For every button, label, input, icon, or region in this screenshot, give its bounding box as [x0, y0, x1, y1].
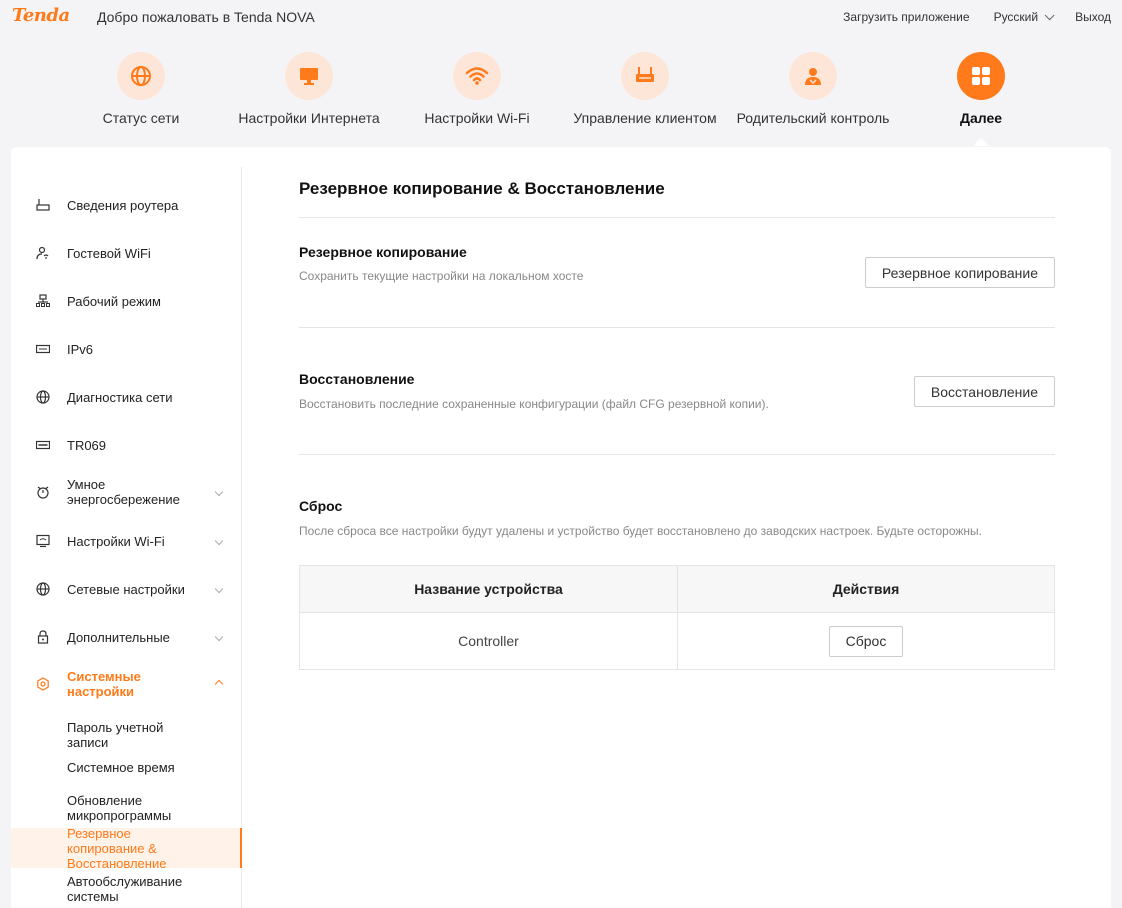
sidebar-subitem-backup-restore[interactable]: Резервное копирование & Восстановление: [11, 826, 242, 871]
sidebar-item-advanced[interactable]: Дополнительные: [11, 627, 242, 647]
alarm-icon: [35, 484, 51, 500]
sidebar-item-wifi-settings[interactable]: Настройки Wi-Fi: [11, 531, 242, 551]
globe-icon: [35, 581, 51, 597]
sidebar-subitem-label: Автообслуживание системы: [67, 874, 183, 904]
sidebar-item-work-mode[interactable]: Рабочий режим: [11, 291, 242, 311]
nav-wifi-settings[interactable]: Настройки Wi-Fi: [392, 50, 562, 126]
column-header-actions: Действия: [677, 565, 1055, 613]
sidebar-subitem-firmware-update[interactable]: Обновление микропрограммы: [11, 791, 242, 825]
sidebar-item-tr069[interactable]: TR069: [11, 435, 242, 455]
monitor-icon: [285, 52, 333, 100]
nav-internet-settings[interactable]: Настройки Интернета: [224, 50, 394, 126]
sidebar-item-label: Рабочий режим: [67, 293, 161, 309]
chevron-down-icon: [214, 584, 224, 594]
sidebar-item-label: Умное энергосбережение: [67, 477, 180, 507]
sidebar-item-router-info[interactable]: Сведения роутера: [11, 195, 242, 215]
guest-icon: [35, 245, 51, 261]
sidebar-item-label: Настройки Wi-Fi: [67, 533, 165, 549]
network-tree-icon: [35, 293, 51, 309]
sidebar-item-smart-power[interactable]: Умное энергосбережение: [11, 475, 242, 509]
chevron-down-icon: [214, 536, 224, 546]
nav-network-status[interactable]: Статус сети: [56, 50, 226, 126]
sidebar-item-system-settings[interactable]: Системные настройки: [11, 667, 242, 701]
language-label: Русский: [993, 10, 1039, 24]
restore-title: Восстановление: [299, 371, 415, 387]
divider: [299, 454, 1055, 455]
tenda-logo: Tenda: [12, 5, 70, 26]
backup-title: Резервное копирование: [299, 244, 467, 260]
gear-icon: [35, 676, 51, 692]
nav-label: Настройки Wi-Fi: [424, 110, 530, 126]
page-title: Резервное копирование & Восстановление: [299, 179, 665, 198]
sidebar-item-ipv6[interactable]: IPv6: [11, 339, 242, 359]
sidebar-item-label: Дополнительные: [67, 629, 170, 645]
reset-button[interactable]: Сброс: [828, 625, 904, 657]
language-select[interactable]: Русский: [993, 9, 1055, 24]
divider: [299, 327, 1055, 328]
sidebar: Сведения роутера Гостевой WiFi Рабочий р…: [11, 167, 242, 908]
chevron-down-icon: [214, 487, 224, 497]
top-bar: Tenda Добро пожаловать в Tenda NOVA Загр…: [0, 0, 1122, 34]
nav-more[interactable]: Далее: [896, 50, 1066, 126]
restore-button[interactable]: Восстановление: [913, 376, 1055, 407]
sidebar-item-label: TR069: [67, 437, 107, 453]
sidebar-item-network-diagnostics[interactable]: Диагностика сети: [11, 387, 242, 407]
chevron-down-icon: [214, 632, 224, 642]
chevron-up-icon: [214, 679, 224, 689]
globe-icon: [117, 52, 165, 100]
device-name-cell: Controller: [299, 612, 678, 670]
sidebar-subitem-label: Резервное копирование & Восстановление: [67, 826, 167, 871]
logout-link[interactable]: Выход: [1075, 10, 1111, 24]
divider: [299, 217, 1055, 218]
table-header-row: Название устройства Действия: [299, 565, 1055, 613]
tr069-icon: [35, 437, 51, 453]
sidebar-subitem-label: Пароль учетной записи: [67, 720, 164, 750]
parental-icon: [789, 52, 837, 100]
wifi-settings-icon: [35, 533, 51, 549]
restore-description: Восстановить последние сохраненные конфи…: [299, 397, 769, 411]
column-header-device-name: Название устройства: [299, 565, 678, 613]
nav-client-management[interactable]: Управление клиентом: [560, 50, 730, 126]
top-links: Загрузить приложение Русский Выход: [843, 9, 1111, 24]
globe-icon: [35, 389, 51, 405]
chevron-down-icon: [1044, 9, 1055, 20]
sidebar-item-label: IPv6: [67, 341, 94, 357]
settings-panel: Сведения роутера Гостевой WiFi Рабочий р…: [11, 147, 1111, 908]
nav-pointer: [973, 138, 989, 146]
sidebar-subitem-label: Системное время: [67, 760, 175, 775]
nav-label: Родительский контроль: [736, 110, 890, 126]
sidebar-item-label: Сетевые настройки: [67, 581, 185, 597]
nav-parental-control[interactable]: Родительский контроль: [728, 50, 898, 126]
sidebar-subitem-label: Обновление микропрограммы: [67, 793, 172, 823]
sidebar-item-label: Гостевой WiFi: [67, 245, 151, 261]
grid-icon: [957, 52, 1005, 100]
sidebar-subitem-system-time[interactable]: Системное время: [11, 757, 242, 777]
nav-label: Управление клиентом: [573, 110, 717, 126]
lock-icon: [35, 629, 51, 645]
backup-description: Сохранить текущие настройки на локальном…: [299, 269, 584, 283]
sidebar-subitem-account-password[interactable]: Пароль учетной записи: [11, 717, 242, 750]
welcome-text: Добро пожаловать в Tenda NOVA: [97, 9, 315, 25]
router-icon: [621, 52, 669, 100]
sidebar-subitem-auto-maintenance[interactable]: Автообслуживание системы: [11, 873, 242, 907]
wifi-icon: [453, 52, 501, 100]
router-icon: [35, 197, 51, 213]
main-nav: Статус сети Настройки Интернета Настройк…: [0, 50, 1122, 146]
ipv6-icon: [35, 341, 51, 357]
table-row: Controller Сброс: [299, 612, 1055, 670]
reset-description: После сброса все настройки будут удалены…: [299, 524, 982, 538]
reset-table: Название устройства Действия Controller …: [299, 565, 1055, 670]
nav-label: Далее: [959, 110, 1003, 126]
sidebar-item-label: Системные настройки: [67, 669, 141, 699]
sidebar-item-network-settings[interactable]: Сетевые настройки: [11, 579, 242, 599]
action-cell: Сброс: [677, 612, 1055, 670]
sidebar-item-label: Сведения роутера: [67, 197, 179, 213]
reset-title: Сброс: [299, 498, 343, 514]
backup-button[interactable]: Резервное копирование: [864, 257, 1055, 288]
nav-label: Статус сети: [102, 110, 180, 126]
nav-label: Настройки Интернета: [238, 110, 380, 126]
download-app-link[interactable]: Загрузить приложение: [843, 10, 969, 24]
sidebar-item-label: Диагностика сети: [67, 389, 173, 405]
sidebar-item-guest-wifi[interactable]: Гостевой WiFi: [11, 243, 242, 263]
